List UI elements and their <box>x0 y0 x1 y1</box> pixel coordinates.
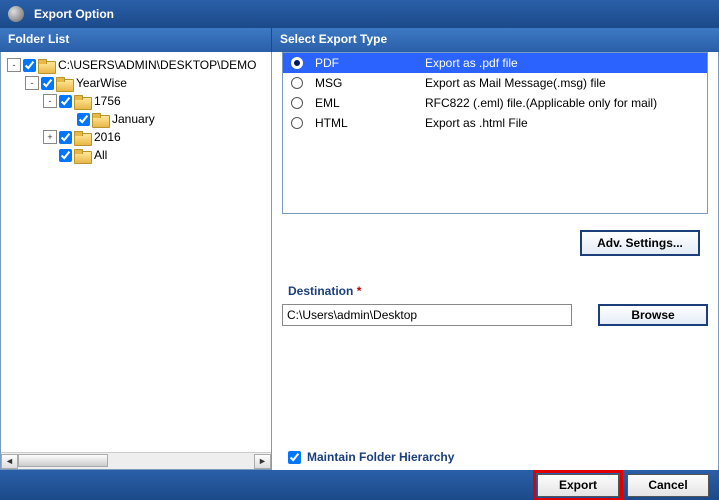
folder-icon <box>74 95 90 108</box>
expand-icon[interactable]: + <box>43 130 57 144</box>
export-type-row[interactable]: EMLRFC822 (.eml) file.(Applicable only f… <box>283 93 707 113</box>
app-icon <box>8 6 24 22</box>
browse-button[interactable]: Browse <box>598 304 708 326</box>
scroll-right-button[interactable]: ► <box>254 454 271 469</box>
tree-item[interactable]: All <box>1 146 271 164</box>
collapse-icon[interactable]: - <box>25 76 39 90</box>
type-desc: Export as .pdf file <box>425 56 699 70</box>
type-desc: Export as Mail Message(.msg) file <box>425 76 699 90</box>
type-code: PDF <box>315 56 425 70</box>
tree-checkbox[interactable] <box>41 77 54 90</box>
twisty-spacer <box>43 148 57 162</box>
export-options-panel: PDFExport as .pdf fileMSGExport as Mail … <box>272 52 719 470</box>
tree-label: YearWise <box>76 76 127 90</box>
radio-button[interactable] <box>291 57 303 69</box>
tree-label: January <box>112 112 155 126</box>
footer-bar: Export Cancel <box>0 470 719 500</box>
type-code: EML <box>315 96 425 110</box>
folder-icon <box>38 59 54 72</box>
radio-button[interactable] <box>291 117 303 129</box>
type-code: MSG <box>315 76 425 90</box>
tree-checkbox[interactable] <box>77 113 90 126</box>
maintain-label: Maintain Folder Hierarchy <box>307 450 454 464</box>
folder-icon <box>56 77 72 90</box>
title-bar: Export Option <box>0 0 719 28</box>
maintain-hierarchy-checkbox[interactable]: Maintain Folder Hierarchy <box>288 450 454 464</box>
export-type-header: Select Export Type <box>272 28 719 52</box>
folder-icon <box>74 149 90 162</box>
tree-checkbox[interactable] <box>23 59 36 72</box>
radio-button[interactable] <box>291 77 303 89</box>
twisty-spacer <box>61 112 75 126</box>
horizontal-scrollbar[interactable]: ◄ ► <box>1 452 271 469</box>
folder-icon <box>92 113 108 126</box>
folder-tree[interactable]: - C:\USERS\ADMIN\DESKTOP\DEMO - YearWise - 17… <box>1 52 271 452</box>
tree-label: 2016 <box>94 130 121 144</box>
collapse-icon[interactable]: - <box>7 58 21 72</box>
type-desc: Export as .html File <box>425 116 699 130</box>
section-header: Folder List Select Export Type <box>0 28 719 52</box>
tree-item[interactable]: - 1756 <box>1 92 271 110</box>
folder-tree-panel: - C:\USERS\ADMIN\DESKTOP\DEMO - YearWise - 17… <box>0 52 272 470</box>
tree-checkbox[interactable] <box>59 149 72 162</box>
tree-item[interactable]: - C:\USERS\ADMIN\DESKTOP\DEMO <box>1 56 271 74</box>
tree-checkbox[interactable] <box>59 95 72 108</box>
tree-label: C:\USERS\ADMIN\DESKTOP\DEMO <box>58 58 256 72</box>
export-button[interactable]: Export <box>537 474 619 497</box>
window-title: Export Option <box>34 7 114 21</box>
destination-input[interactable] <box>282 304 572 326</box>
tree-item[interactable]: - YearWise <box>1 74 271 92</box>
tree-item[interactable]: +2016 <box>1 128 271 146</box>
tree-label: 1756 <box>94 94 121 108</box>
tree-label: All <box>94 148 107 162</box>
tree-item[interactable]: January <box>1 110 271 128</box>
export-type-row[interactable]: HTMLExport as .html File <box>283 113 707 133</box>
folder-list-header: Folder List <box>0 28 272 52</box>
tree-checkbox[interactable] <box>59 131 72 144</box>
export-type-row[interactable]: MSGExport as Mail Message(.msg) file <box>283 73 707 93</box>
scroll-track[interactable] <box>18 454 254 469</box>
type-code: HTML <box>315 116 425 130</box>
radio-button[interactable] <box>291 97 303 109</box>
folder-icon <box>74 131 90 144</box>
maintain-checkbox-input[interactable] <box>288 451 301 464</box>
export-type-list: PDFExport as .pdf fileMSGExport as Mail … <box>282 52 708 214</box>
adv-settings-button[interactable]: Adv. Settings... <box>580 230 700 256</box>
collapse-icon[interactable]: - <box>43 94 57 108</box>
cancel-button[interactable]: Cancel <box>627 474 709 497</box>
scroll-left-button[interactable]: ◄ <box>1 454 18 469</box>
scroll-thumb[interactable] <box>18 454 108 467</box>
type-desc: RFC822 (.eml) file.(Applicable only for … <box>425 96 699 110</box>
destination-label: Destination * <box>288 284 708 298</box>
export-type-row[interactable]: PDFExport as .pdf file <box>283 53 707 73</box>
